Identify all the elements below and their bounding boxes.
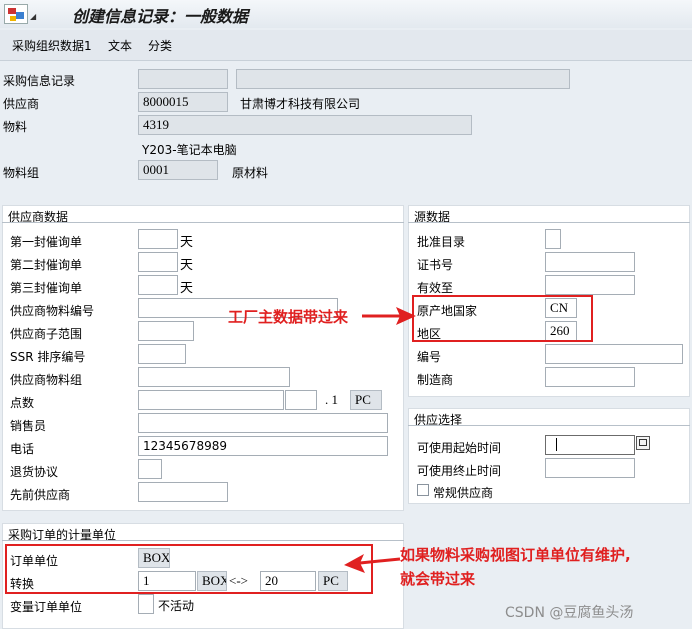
matgroup-label: 物料组 [3, 166, 40, 180]
number-input[interactable] [545, 344, 683, 364]
catalog-input[interactable] [545, 229, 561, 249]
var-unit-label: 变量订单单位 [10, 600, 83, 614]
points-label: 点数 [10, 396, 35, 410]
divider [408, 425, 690, 426]
watermark: CSDN @豆腐鱼头汤 [505, 605, 634, 621]
annotation-arrow-icon [362, 307, 416, 325]
return-agreement-label: 退货协议 [10, 465, 59, 479]
ssr-sort-input[interactable] [138, 344, 186, 364]
divider [408, 222, 690, 223]
prior-vendor-input[interactable] [138, 482, 228, 502]
reminder3-input[interactable] [138, 275, 178, 295]
manufacturer-input[interactable] [545, 367, 635, 387]
material-description: Y203-笔记本电脑 [142, 143, 237, 157]
annotation-arrow-icon [344, 554, 401, 573]
salesperson-input[interactable] [138, 413, 388, 433]
menu-classification[interactable]: 分类 [148, 37, 172, 54]
valid-to-label: 有效至 [417, 281, 454, 295]
return-agreement-input[interactable] [138, 459, 162, 479]
points-unit-field[interactable]: PC [350, 390, 382, 410]
salesperson-label: 销售员 [10, 419, 47, 433]
menu-purch-org-data[interactable]: 采购组织数据1 [12, 37, 92, 54]
vendor-subrange-label: 供应商子范围 [10, 327, 83, 341]
phone-input[interactable]: 12345678989 [138, 436, 388, 456]
vendor-subrange-input[interactable] [138, 321, 194, 341]
reminder1-unit: 天 [180, 235, 194, 250]
info-record-field[interactable] [138, 69, 228, 89]
points-extra-input[interactable] [285, 390, 317, 410]
annotation-plant-note: 工厂主数据带过来 [228, 308, 349, 326]
vendor-field[interactable]: 8000015 [138, 92, 228, 112]
reminder3-unit: 天 [180, 281, 194, 296]
material-field[interactable]: 4319 [138, 115, 472, 135]
reminder2-input[interactable] [138, 252, 178, 272]
points-per: . 1 [325, 392, 338, 407]
prior-vendor-label: 先前供应商 [10, 488, 71, 502]
catalog-label: 批准目录 [417, 235, 466, 249]
var-unit-input[interactable] [138, 594, 154, 614]
divider [2, 540, 404, 541]
window-title: 创建信息记录：一般数据 [72, 7, 249, 26]
menu-bar [0, 30, 692, 61]
regular-vendor-checkbox[interactable] [417, 484, 429, 496]
vendor-matgroup-input[interactable] [138, 367, 290, 387]
info-record-desc-field[interactable] [236, 69, 570, 89]
regular-vendor-label: 常规供应商 [433, 486, 494, 500]
vendor-material-no-label: 供应商物料编号 [10, 304, 95, 318]
reminder1-input[interactable] [138, 229, 178, 249]
reminder2-unit: 天 [180, 258, 194, 273]
annotation-box-order-unit [5, 544, 373, 594]
annotation-box-origin [412, 295, 593, 342]
cert-no-input[interactable] [545, 252, 635, 272]
menu-text[interactable]: 文本 [108, 37, 132, 54]
avail-from-input[interactable] [545, 435, 635, 455]
reminder3-label: 第三封催询单 [10, 281, 83, 295]
avail-from-label: 可使用起始时间 [417, 441, 502, 455]
annotation-unit-note-2: 就会带过来 [400, 570, 476, 588]
material-label: 物料 [3, 120, 28, 134]
annotation-unit-note-1: 如果物料采购视图订单单位有维护, [400, 546, 631, 564]
number-label: 编号 [417, 350, 442, 364]
avail-to-label: 可使用终止时间 [417, 464, 502, 478]
matgroup-field[interactable]: 0001 [138, 160, 218, 180]
vendor-label: 供应商 [3, 97, 40, 111]
text-caret [556, 438, 557, 451]
avail-to-input[interactable] [545, 458, 635, 478]
var-unit-status: 不活动 [158, 599, 195, 613]
manufacturer-label: 制造商 [417, 373, 454, 387]
ssr-sort-label: SSR 排序编号 [10, 350, 86, 364]
cert-no-label: 证书号 [417, 258, 454, 272]
app-menu-icon[interactable] [4, 4, 28, 24]
points-input[interactable] [138, 390, 284, 410]
vendor-name: 甘肃博才科技有限公司 [240, 97, 361, 111]
phone-label: 电话 [10, 442, 35, 456]
calendar-icon[interactable] [636, 436, 650, 450]
info-record-label: 采购信息记录 [3, 74, 76, 88]
valid-to-input[interactable] [545, 275, 635, 295]
matgroup-name: 原材料 [232, 166, 269, 180]
dropdown-arrow-icon[interactable]: ◢ [30, 12, 36, 21]
vendor-matgroup-label: 供应商物料组 [10, 373, 83, 387]
reminder1-label: 第一封催询单 [10, 235, 83, 249]
divider [2, 222, 404, 223]
reminder2-label: 第二封催询单 [10, 258, 83, 272]
